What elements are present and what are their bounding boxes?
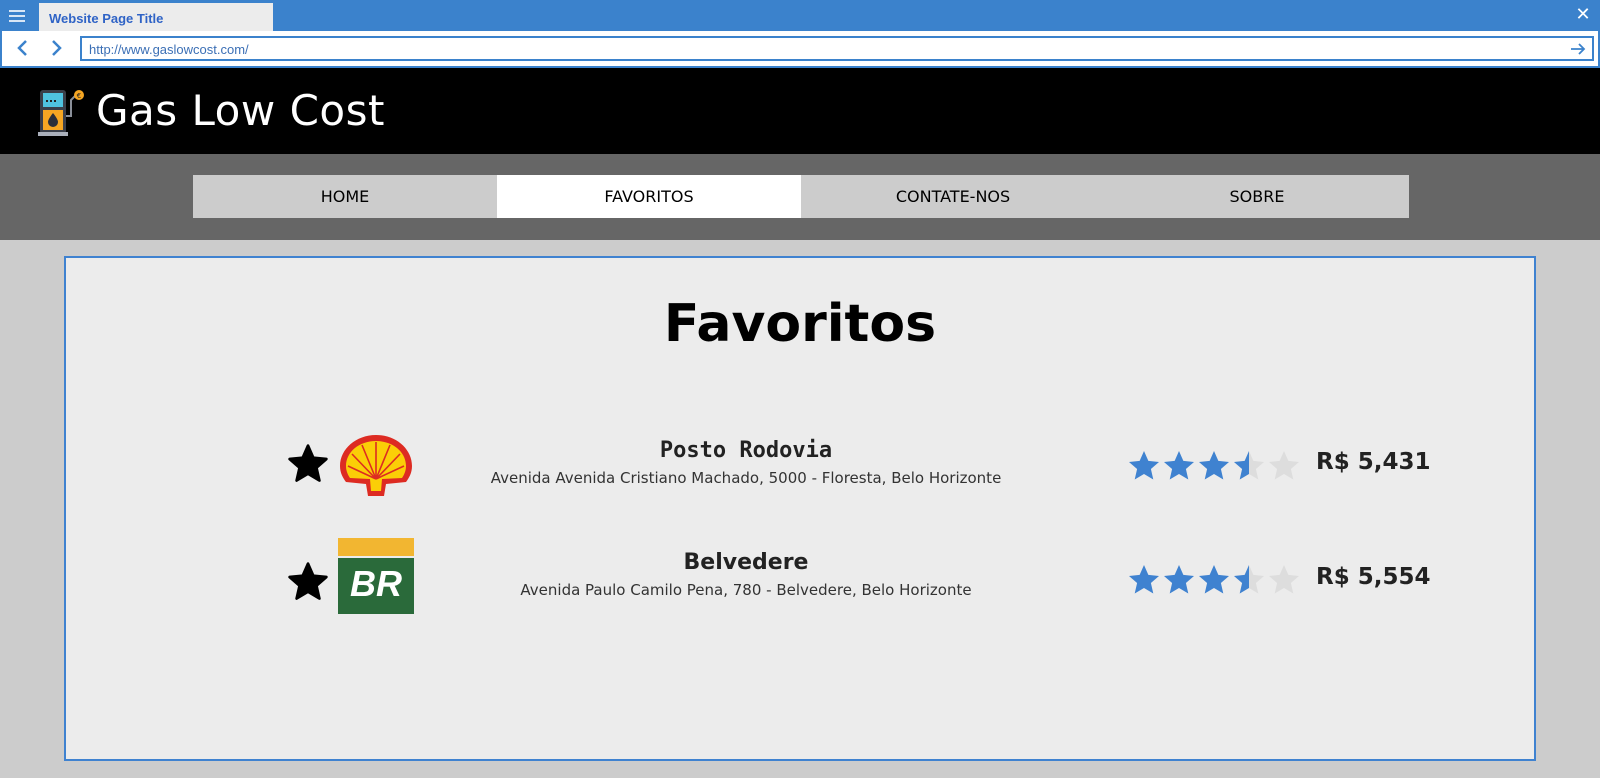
close-icon[interactable]: ✕ xyxy=(1574,5,1592,23)
browser-nav-bar: http://www.gaslowcost.com/ xyxy=(0,31,1600,68)
favorite-star-icon[interactable] xyxy=(286,560,330,604)
svg-text:BR: BR xyxy=(350,563,402,604)
browser-tab-title: Website Page Title xyxy=(49,11,164,26)
star-filled-icon xyxy=(1164,565,1194,594)
star-empty-icon xyxy=(1269,451,1299,480)
favorite-star-icon[interactable] xyxy=(286,442,330,486)
station-name[interactable]: Posto Rodovia xyxy=(446,438,1046,463)
site-title: Gas Low Cost xyxy=(96,86,385,135)
star-half-icon xyxy=(1234,451,1264,480)
station-price: R$ 5,431 xyxy=(1316,449,1431,475)
station-name[interactable]: Belvedere xyxy=(446,550,1046,575)
star-rating xyxy=(1126,448,1304,484)
nav-favoritos[interactable]: FAVORITOS xyxy=(497,175,801,218)
gas-pump-logo: € xyxy=(38,90,84,136)
star-filled-icon xyxy=(1129,451,1159,480)
shell-logo xyxy=(340,435,412,496)
br-petrobras-logo: BR xyxy=(338,538,414,614)
svg-text:€: € xyxy=(77,92,81,100)
nav-contate-nos[interactable]: CONTATE-NOS xyxy=(801,175,1105,218)
browser-tab-bar: Website Page Title ✕ xyxy=(0,0,1600,31)
go-arrow-icon[interactable] xyxy=(1568,39,1588,59)
star-filled-icon xyxy=(1199,565,1229,594)
star-filled-icon xyxy=(1199,451,1229,480)
station-address: Avenida Paulo Camilo Pena, 780 - Belvede… xyxy=(520,581,972,599)
star-empty-icon xyxy=(1269,565,1299,594)
chevron-left-icon xyxy=(17,40,27,56)
site-header: € Gas Low Cost xyxy=(0,68,1600,154)
star-filled-icon xyxy=(1129,565,1159,594)
hamburger-menu-icon[interactable] xyxy=(9,8,29,24)
chevron-right-icon xyxy=(52,40,62,56)
star-rating xyxy=(1126,562,1304,598)
station-row: BR Belvedere Avenida Paulo Camilo Pena, … xyxy=(66,538,1534,628)
station-info: Belvedere Avenida Paulo Camilo Pena, 780… xyxy=(446,550,1046,599)
browser-tab[interactable]: Website Page Title xyxy=(39,3,273,31)
address-bar[interactable]: http://www.gaslowcost.com/ xyxy=(80,36,1594,61)
star-half-icon xyxy=(1234,565,1264,594)
back-button[interactable] xyxy=(12,37,34,59)
favorites-panel: Favoritos Posto Rodovia Avenida Avenida … xyxy=(64,256,1536,761)
station-info: Posto Rodovia Avenida Avenida Cristiano … xyxy=(446,438,1046,487)
station-row: Posto Rodovia Avenida Avenida Cristiano … xyxy=(66,432,1534,512)
nav-home[interactable]: HOME xyxy=(193,175,497,218)
site-nav: HOME FAVORITOS CONTATE-NOS SOBRE xyxy=(193,175,1409,218)
url-text[interactable]: http://www.gaslowcost.com/ xyxy=(89,42,249,57)
station-address: Avenida Avenida Cristiano Machado, 5000 … xyxy=(490,469,1002,487)
forward-button[interactable] xyxy=(45,37,67,59)
nav-sobre[interactable]: SOBRE xyxy=(1105,175,1409,218)
star-filled-icon xyxy=(1164,451,1194,480)
page-title: Favoritos xyxy=(663,294,937,354)
site-nav-strip: HOME FAVORITOS CONTATE-NOS SOBRE xyxy=(0,154,1600,240)
station-price: R$ 5,554 xyxy=(1316,564,1431,590)
